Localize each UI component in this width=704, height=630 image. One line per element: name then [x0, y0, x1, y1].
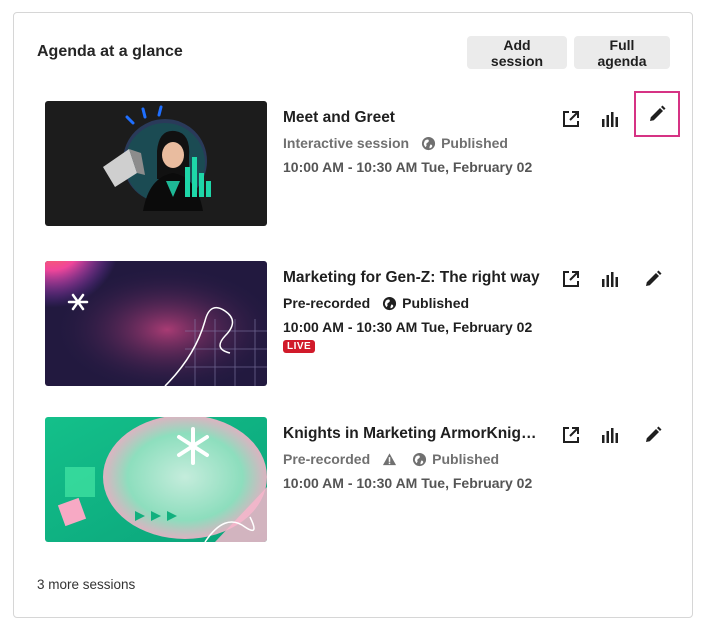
session-thumbnail[interactable]	[45, 101, 267, 226]
open-session-button[interactable]	[553, 101, 589, 137]
thumbnail-image	[45, 101, 267, 226]
session-title[interactable]: Meet and Greet	[283, 107, 545, 129]
session-item[interactable]: Marketing for Gen-Z: The right way Pre-r…	[45, 261, 675, 387]
live-badge: LIVE	[283, 340, 316, 353]
session-actions	[545, 417, 675, 457]
full-agenda-button[interactable]: Full agenda	[574, 36, 670, 69]
session-time: 10:00 AM - 10:30 AM	[283, 475, 418, 491]
session-meta: Pre-recorded Published	[283, 294, 545, 312]
globe-icon	[412, 452, 427, 467]
session-stats-button[interactable]	[592, 417, 628, 453]
session-type: Pre-recorded	[283, 451, 371, 467]
session-thumbnail[interactable]	[45, 417, 267, 542]
publish-status: Published	[441, 135, 508, 151]
thumbnail-image	[45, 261, 267, 386]
thumbnail-image	[45, 417, 267, 542]
add-session-button[interactable]: Add session	[467, 36, 567, 69]
open-session-button[interactable]	[553, 261, 589, 297]
pencil-icon	[646, 426, 662, 442]
bar-chart-icon	[602, 112, 618, 127]
session-schedule: 10:00 AM - 10:30 AM Tue, February 02	[283, 318, 545, 336]
external-link-icon	[563, 111, 579, 127]
pencil-icon	[650, 105, 666, 121]
session-info: Knights in Marketing ArmorKnight... Pre-…	[283, 423, 545, 492]
session-meta: Interactive session Published	[283, 134, 545, 152]
session-date: Tue, February 02	[421, 319, 533, 335]
session-title[interactable]: Marketing for Gen-Z: The right way	[283, 267, 545, 289]
session-info: Meet and Greet Interactive session Publi…	[283, 107, 545, 176]
publish-status: Published	[402, 295, 470, 311]
session-date: Tue, February 02	[421, 159, 533, 175]
session-time: 10:00 AM - 10:30 AM	[283, 319, 418, 335]
external-link-icon	[563, 271, 579, 287]
session-info: Marketing for Gen-Z: The right way Pre-r…	[283, 267, 545, 354]
session-thumbnail[interactable]	[45, 261, 267, 386]
session-item[interactable]: Meet and Greet Interactive session Publi…	[45, 91, 680, 227]
session-type: Pre-recorded	[283, 295, 371, 311]
open-session-button[interactable]	[553, 417, 589, 453]
bar-chart-icon	[602, 272, 618, 287]
more-sessions-link[interactable]: 3 more sessions	[37, 577, 135, 592]
session-date: Tue, February 02	[421, 475, 533, 491]
publish-status: Published	[432, 451, 500, 467]
session-schedule: 10:00 AM - 10:30 AM Tue, February 02	[283, 158, 545, 176]
session-stats-button[interactable]	[592, 101, 628, 137]
globe-icon	[382, 296, 397, 311]
session-item[interactable]: Knights in Marketing ArmorKnight... Pre-…	[45, 417, 675, 543]
external-link-icon	[563, 427, 579, 443]
edit-session-button[interactable]	[634, 91, 680, 137]
edit-session-button[interactable]	[635, 261, 671, 297]
session-meta: Pre-recorded Published	[283, 450, 545, 468]
session-time: 10:00 AM - 10:30 AM	[283, 159, 418, 175]
globe-icon	[421, 136, 436, 151]
edit-session-button[interactable]	[635, 417, 671, 453]
bar-chart-icon	[602, 428, 618, 443]
pencil-icon	[646, 270, 662, 286]
session-actions	[545, 91, 680, 141]
session-schedule: 10:00 AM - 10:30 AM Tue, February 02	[283, 474, 545, 492]
session-actions	[545, 261, 675, 301]
agenda-card: Agenda at a glance Add session Full agen…	[13, 12, 693, 618]
card-title: Agenda at a glance	[37, 43, 183, 60]
session-title[interactable]: Knights in Marketing ArmorKnight...	[283, 423, 545, 445]
session-stats-button[interactable]	[592, 261, 628, 297]
session-type: Interactive session	[283, 135, 410, 151]
warning-icon	[382, 452, 397, 467]
